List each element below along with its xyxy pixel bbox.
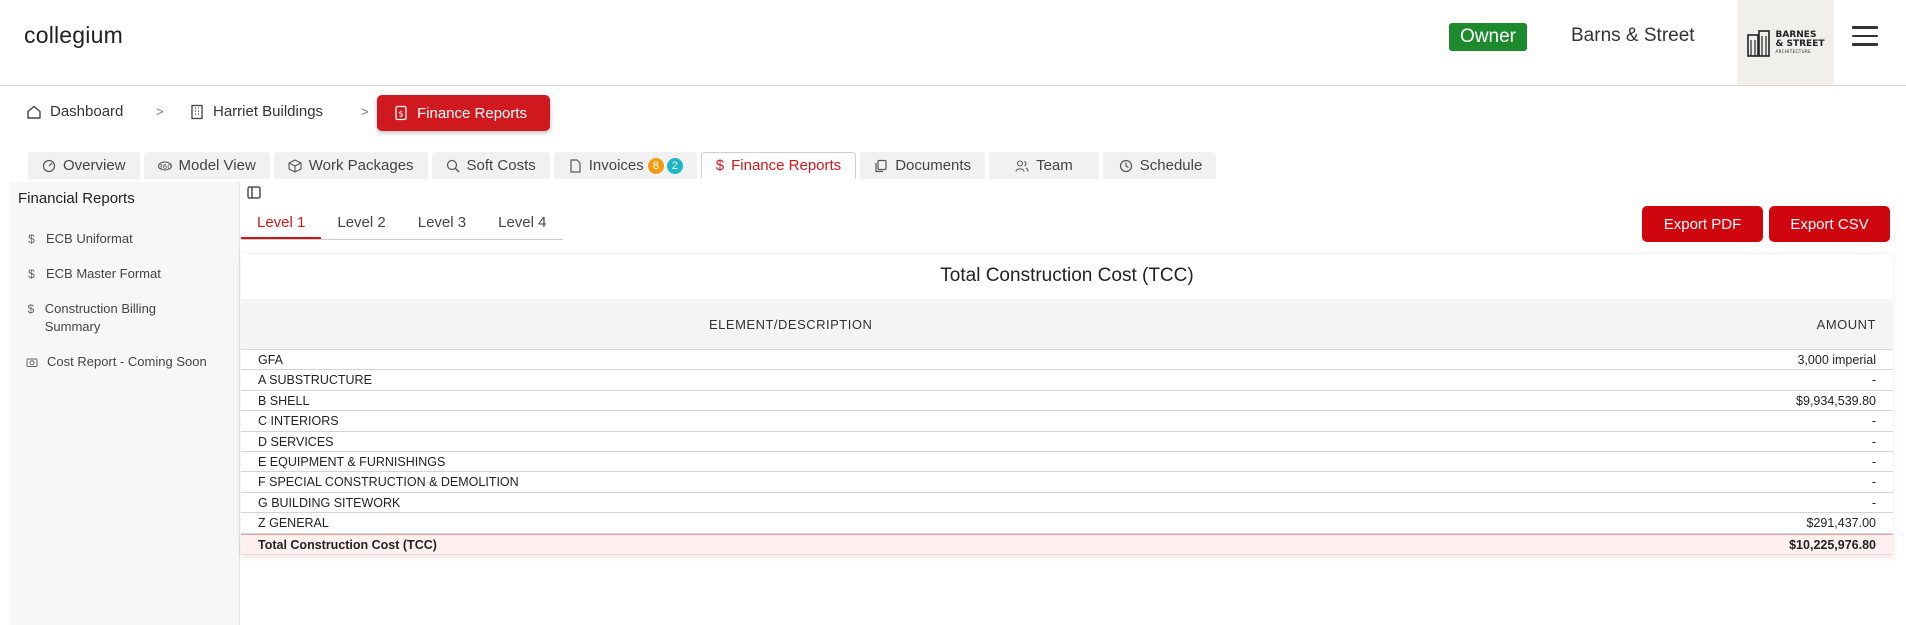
documents-icon — [875, 159, 887, 172]
logo-wordmark: BARNES & STREET ARCHITECTURE — [1775, 29, 1825, 54]
model-360-icon: 360 — [157, 161, 172, 171]
report-title: Total Construction Cost (TCC) — [940, 265, 1194, 286]
breadcrumb-separator: > — [361, 104, 369, 119]
sidebar-item-construction-billing-summary[interactable]: $ Construction Billing Summary — [26, 300, 196, 336]
tab-overview[interactable]: Overview — [28, 152, 140, 179]
tab-soft-costs[interactable]: Soft Costs — [431, 152, 550, 179]
home-icon — [27, 105, 41, 119]
overview-icon — [42, 159, 56, 172]
column-header-description: ELEMENT/DESCRIPTION — [709, 317, 873, 332]
dollar-icon: $ — [715, 157, 725, 174]
dollar-icon: $ — [27, 302, 35, 316]
breadcrumb-dashboard[interactable]: Dashboard — [26, 103, 123, 120]
sidebar-item-ecb-master-format[interactable]: $ ECB Master Format — [26, 265, 161, 283]
sidebar-toggle-icon[interactable] — [247, 186, 261, 199]
invoices-badge-pending: 8 — [647, 157, 664, 174]
receipt-icon: $ — [395, 105, 407, 121]
dollar-icon: $ — [28, 267, 35, 281]
tab-level-4[interactable]: Level 4 — [482, 206, 562, 239]
export-pdf-button[interactable]: Export PDF — [1642, 206, 1763, 242]
tab-team[interactable]: Team — [989, 152, 1099, 179]
tab-work-packages[interactable]: Work Packages — [273, 152, 428, 179]
table-row: B SHELL $9,934,539.80 — [241, 391, 1893, 412]
tab-invoices[interactable]: Invoices 8 2 — [553, 152, 697, 179]
sidebar-item-cost-report[interactable]: Cost Report - Coming Soon — [26, 353, 207, 371]
camera-icon — [26, 358, 38, 367]
breadcrumb-separator: > — [156, 104, 164, 119]
company-logo: BARNES & STREET ARCHITECTURE — [1737, 0, 1834, 85]
table-row: D SERVICES - — [241, 432, 1893, 452]
table-body: GFA 3,000 imperial A SUBSTRUCTURE - B SHEL… — [241, 350, 1893, 555]
tab-finance-reports[interactable]: $ Finance Reports — [700, 152, 857, 179]
tab-schedule[interactable]: Schedule — [1102, 152, 1217, 179]
table-header: ELEMENT/DESCRIPTION AMOUNT — [241, 299, 1893, 350]
sidebar-item-ecb-uniformat[interactable]: $ ECB Uniformat — [26, 230, 133, 248]
team-icon — [1015, 159, 1029, 172]
table-row: A SUBSTRUCTURE - — [241, 370, 1893, 391]
company-name: Barns & Street — [1571, 25, 1695, 46]
tab-level-3[interactable]: Level 3 — [402, 206, 482, 239]
table-row: GFA 3,000 imperial — [241, 350, 1893, 371]
tab-level-1[interactable]: Level 1 — [241, 206, 322, 239]
table-row: E EQUIPMENT & FURNISHINGS - — [241, 452, 1893, 473]
tab-model-view[interactable]: 360 Model View — [143, 152, 270, 179]
table-row: C INTERIORS - — [241, 411, 1893, 432]
building-icon — [191, 104, 203, 119]
total-row: Total Construction Cost (TCC) $10,225,976… — [241, 533, 1893, 555]
column-header-amount: AMOUNT — [1816, 317, 1876, 332]
package-icon — [288, 158, 302, 173]
table-row: Z GENERAL $291,437.00 — [241, 513, 1893, 534]
building-logo-icon — [1746, 29, 1770, 57]
export-csv-button[interactable]: Export CSV — [1769, 206, 1890, 242]
level-tabs: Level 1 Level 2 Level 3 Level 4 — [241, 206, 563, 240]
breadcrumb: Dashboard > Harriet Buildings > — [0, 86, 1906, 138]
tab-documents[interactable]: Documents — [860, 152, 986, 179]
svg-text:$: $ — [398, 110, 403, 119]
tab-level-2[interactable]: Level 2 — [321, 206, 401, 239]
tcc-report: Total Construction Cost (TCC) ELEMENT/DE… — [241, 254, 1893, 556]
table-row: F SPECIAL CONSTRUCTION & DEMOLITION - — [241, 472, 1893, 493]
financial-reports-sidebar: Financial Reports $ ECB Uniformat $ ECB … — [10, 182, 240, 625]
clock-icon — [1119, 159, 1132, 172]
brand-logo-text[interactable]: collegium — [24, 22, 123, 49]
breadcrumb-harriet-buildings[interactable]: Harriet Buildings — [189, 103, 323, 120]
top-header: collegium Owner Barns & Street BARNES & … — [0, 0, 1906, 86]
document-icon — [570, 158, 581, 173]
breadcrumb-finance-reports[interactable]: $ Finance Reports — [377, 95, 550, 131]
sidebar-title: Financial Reports — [18, 190, 135, 207]
role-badge: Owner — [1449, 23, 1527, 51]
dollar-icon: $ — [28, 232, 35, 246]
table-row: G BUILDING SITEWORK - — [241, 493, 1893, 514]
invoices-badge-new: 2 — [666, 157, 683, 174]
project-tabs: Overview 360 Model View Work Packages So… — [28, 152, 1220, 179]
hamburger-menu-icon[interactable] — [1852, 26, 1878, 48]
search-dollar-icon — [446, 159, 460, 172]
